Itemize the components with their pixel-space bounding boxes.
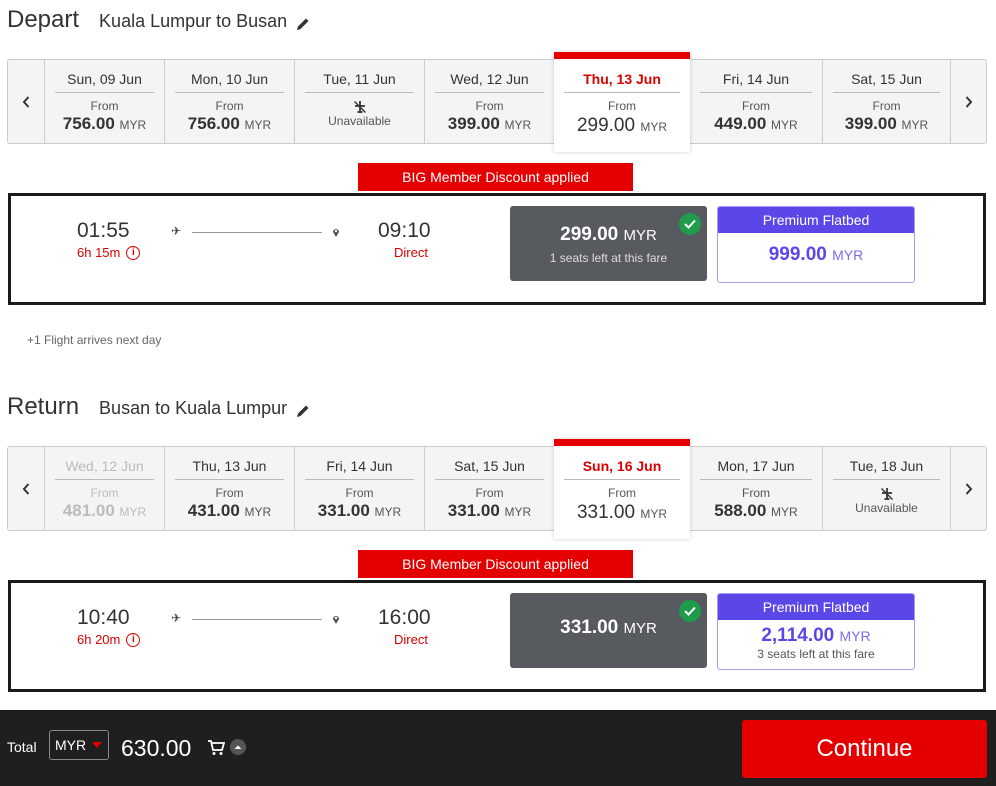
return-route-label: Busan to Kuala Lumpur bbox=[99, 398, 288, 418]
depart-date-tue-11-jun: Tue, 11 Jun Unavailable bbox=[294, 60, 424, 143]
plane-icon: ✈ bbox=[171, 611, 182, 625]
chevron-left-icon bbox=[22, 482, 30, 495]
chevron-up-icon bbox=[234, 745, 242, 749]
depart-title: Depart bbox=[7, 6, 80, 33]
continue-button[interactable]: Continue bbox=[742, 720, 987, 778]
no-flight-icon bbox=[880, 488, 893, 500]
check-icon bbox=[679, 600, 701, 622]
stops-label: Direct bbox=[394, 632, 428, 647]
return-next-dates-button[interactable] bbox=[950, 447, 986, 530]
route-line bbox=[192, 619, 322, 620]
info-icon[interactable]: i bbox=[126, 632, 141, 647]
location-pin-icon bbox=[333, 616, 339, 624]
depart-flight-card[interactable]: 01:55 6h 15m i ✈ 09:10 Direct 299.00 MYR… bbox=[8, 193, 986, 305]
pencil-icon[interactable] bbox=[295, 16, 311, 32]
chevron-left-icon bbox=[22, 95, 30, 108]
flight-duration: 6h 20m i bbox=[77, 632, 141, 647]
next-day-note: +1 Flight arrives next day bbox=[27, 333, 162, 347]
return-flight-card[interactable]: 10:40 6h 20m i ✈ 16:00 Direct 331.00 MYR… bbox=[8, 580, 986, 692]
depart-date-bar: Sun, 09 Jun From 756.00 MYR Mon, 10 Jun … bbox=[7, 52, 987, 152]
total-label: Total bbox=[7, 739, 37, 755]
depart-route-label: Kuala Lumpur to Busan bbox=[99, 11, 288, 31]
return-date-wed-12-jun: Wed, 12 Jun From 481.00 MYR bbox=[44, 447, 164, 530]
pencil-icon[interactable] bbox=[295, 403, 311, 419]
location-pin-icon bbox=[333, 229, 339, 237]
premium-flatbed-fare-button[interactable]: Premium Flatbed 2,114.00 MYR 3 seats lef… bbox=[717, 593, 915, 670]
stops-label: Direct bbox=[394, 245, 428, 260]
no-flight-icon bbox=[353, 101, 366, 113]
return-date-fri-14-jun[interactable]: Fri, 14 Jun From 331.00 MYR bbox=[294, 447, 424, 530]
return-date-sun-16-jun-selected[interactable]: Sun, 16 Jun From 331.00 MYR bbox=[554, 439, 690, 539]
depart-prev-dates-button[interactable] bbox=[8, 60, 44, 143]
depart-date-sat-15-jun[interactable]: Sat, 15 Jun From 399.00 MYR bbox=[822, 60, 950, 143]
arrive-time: 16:00 bbox=[378, 606, 431, 629]
total-amount: 630.00 bbox=[121, 735, 192, 761]
depart-date-sun-09-jun[interactable]: Sun, 09 Jun From 756.00 MYR bbox=[44, 60, 164, 143]
route-line bbox=[192, 232, 322, 233]
depart-route[interactable]: Kuala Lumpur to Busan bbox=[99, 11, 311, 32]
depart-date-thu-13-jun-selected[interactable]: Thu, 13 Jun From 299.00 MYR bbox=[554, 52, 690, 152]
depart-time: 01:55 bbox=[77, 219, 130, 242]
expand-summary-button[interactable] bbox=[230, 739, 246, 755]
return-header: Return Busan to Kuala Lumpur bbox=[7, 393, 311, 421]
return-date-thu-13-jun[interactable]: Thu, 13 Jun From 431.00 MYR bbox=[164, 447, 294, 530]
depart-time: 10:40 bbox=[77, 606, 130, 629]
return-discount-banner: BIG Member Discount applied bbox=[358, 550, 633, 578]
return-date-sat-15-jun[interactable]: Sat, 15 Jun From 331.00 MYR bbox=[424, 447, 554, 530]
return-prev-dates-button[interactable] bbox=[8, 447, 44, 530]
standard-fare-button[interactable]: 331.00 MYR bbox=[510, 593, 707, 668]
depart-next-dates-button[interactable] bbox=[950, 60, 986, 143]
depart-discount-banner: BIG Member Discount applied bbox=[358, 163, 633, 191]
cart-icon[interactable] bbox=[207, 739, 225, 756]
return-route[interactable]: Busan to Kuala Lumpur bbox=[99, 398, 311, 419]
caret-down-icon bbox=[92, 742, 102, 748]
depart-date-wed-12-jun[interactable]: Wed, 12 Jun From 399.00 MYR bbox=[424, 60, 554, 143]
booking-footer: Total MYR 630.00 Continue bbox=[0, 710, 996, 786]
chevron-right-icon bbox=[965, 95, 972, 108]
standard-fare-button[interactable]: 299.00 MYR 1 seats left at this fare bbox=[510, 206, 707, 281]
return-title: Return bbox=[7, 393, 80, 420]
premium-flatbed-fare-button[interactable]: Premium Flatbed 999.00 MYR bbox=[717, 206, 915, 283]
depart-date-mon-10-jun[interactable]: Mon, 10 Jun From 756.00 MYR bbox=[164, 60, 294, 143]
return-date-bar: Wed, 12 Jun From 481.00 MYR Thu, 13 Jun … bbox=[7, 439, 987, 539]
flight-duration: 6h 15m i bbox=[77, 245, 141, 260]
depart-date-fri-14-jun[interactable]: Fri, 14 Jun From 449.00 MYR bbox=[690, 60, 822, 143]
info-icon[interactable]: i bbox=[126, 245, 141, 260]
check-icon bbox=[679, 213, 701, 235]
chevron-right-icon bbox=[965, 482, 972, 495]
plane-icon: ✈ bbox=[171, 224, 182, 238]
return-date-tue-18-jun: Tue, 18 Jun Unavailable bbox=[822, 447, 950, 530]
currency-select[interactable]: MYR bbox=[49, 730, 109, 760]
return-date-mon-17-jun[interactable]: Mon, 17 Jun From 588.00 MYR bbox=[690, 447, 822, 530]
arrive-time: 09:10 bbox=[378, 219, 431, 242]
depart-header: Depart Kuala Lumpur to Busan bbox=[7, 6, 311, 34]
